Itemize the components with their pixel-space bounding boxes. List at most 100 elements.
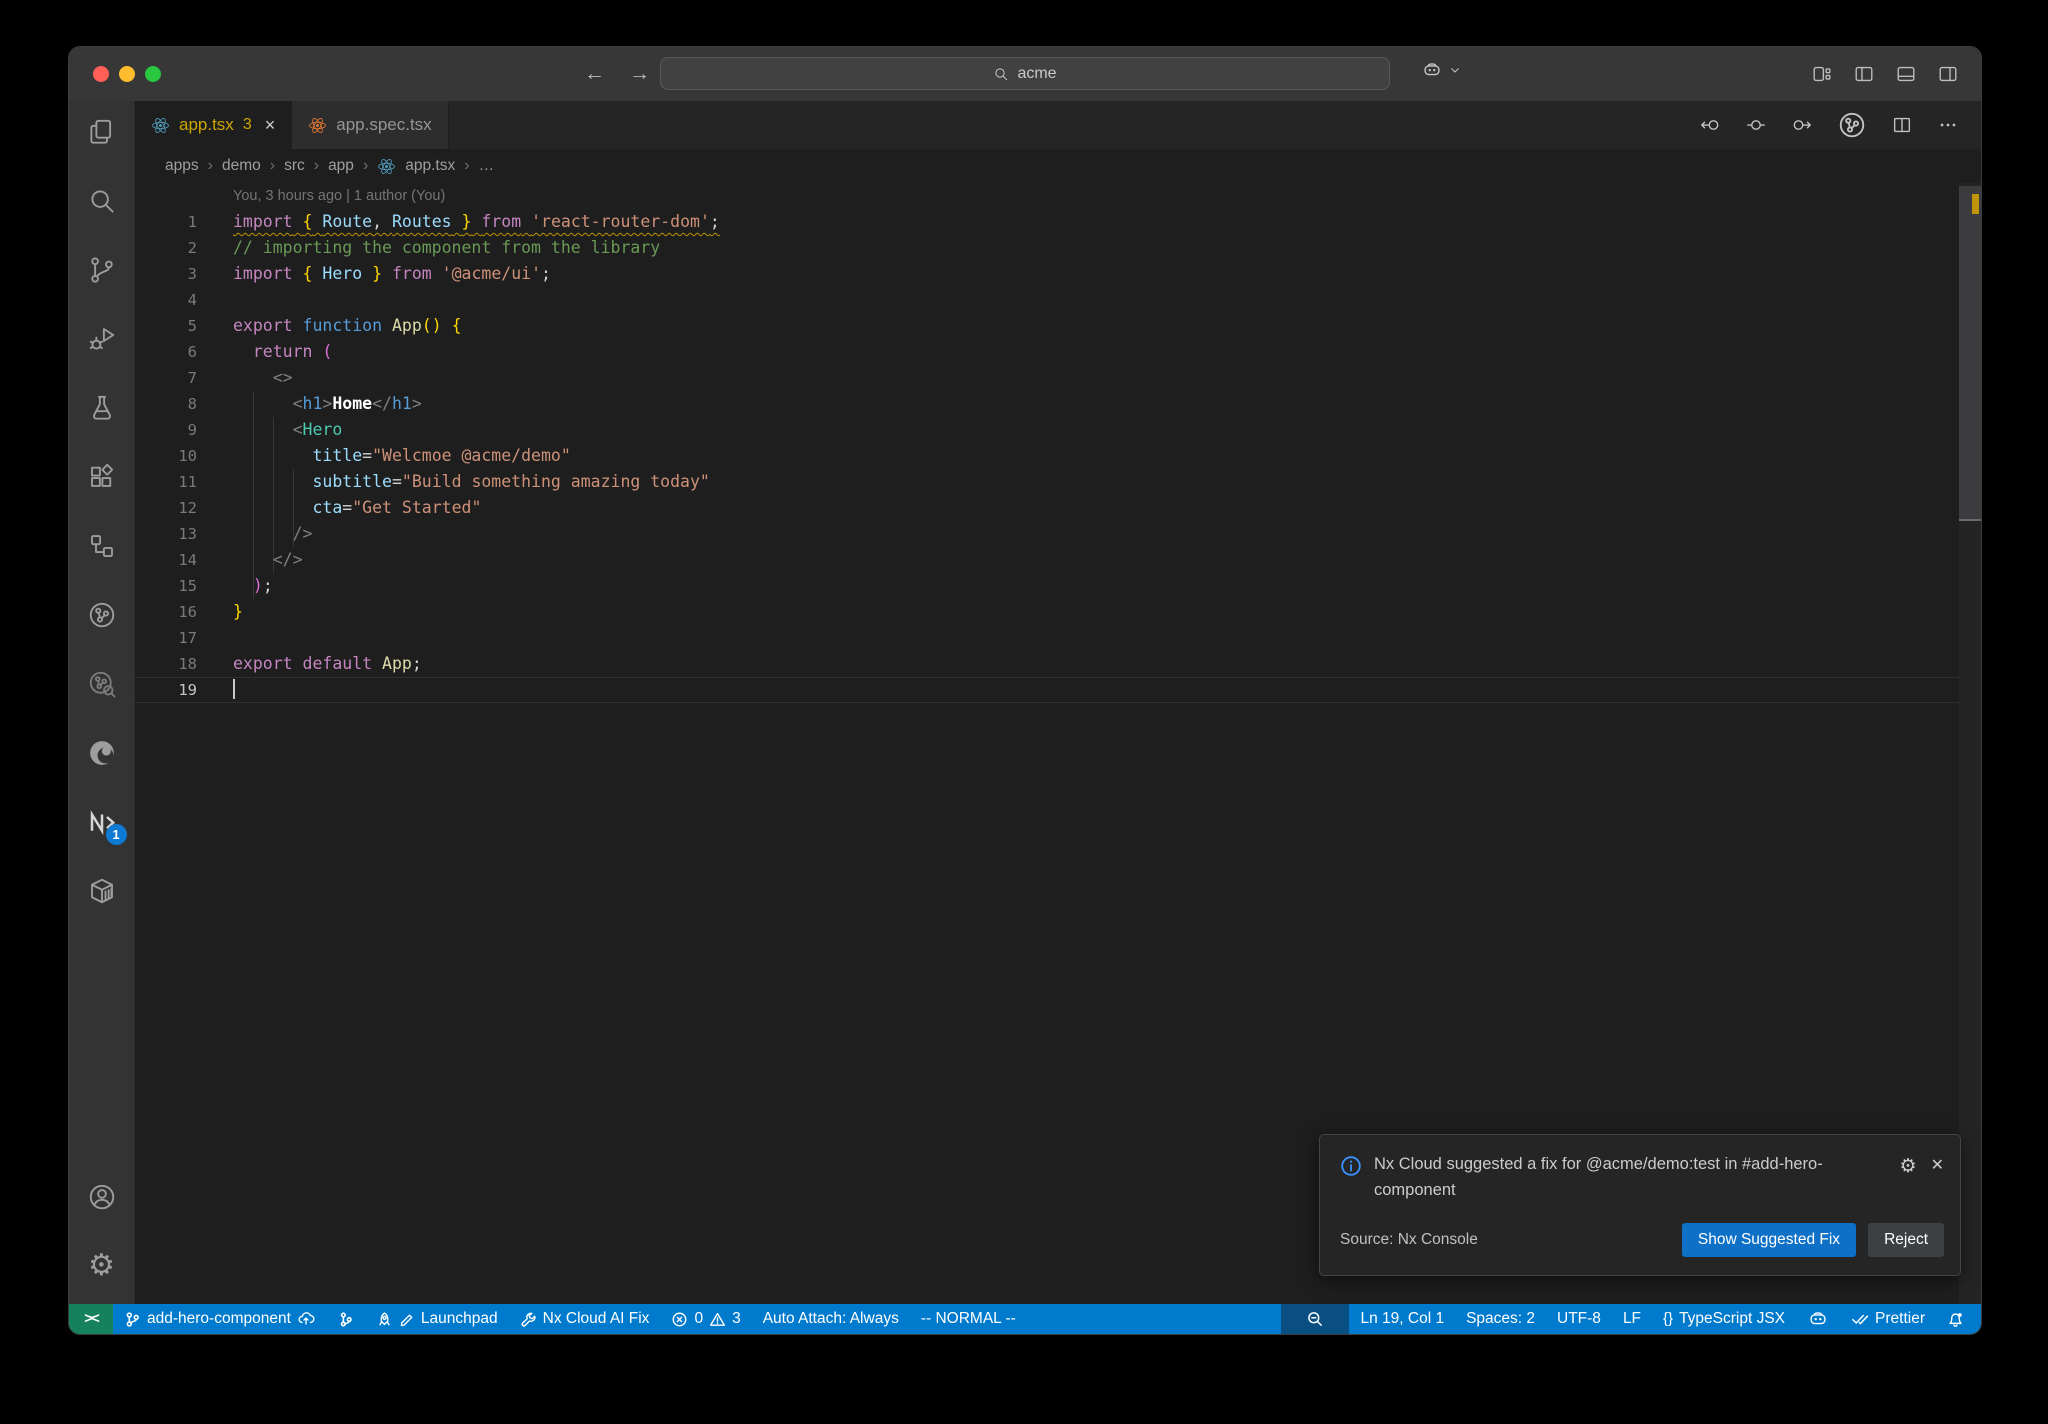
- command-center-search[interactable]: acme: [660, 57, 1390, 90]
- activity-edge-browser[interactable]: [84, 735, 120, 771]
- code-line-15: 15 );: [135, 573, 1981, 599]
- copilot-item[interactable]: [1796, 1304, 1840, 1334]
- remote-indicator[interactable]: ><: [69, 1304, 113, 1334]
- line-number-gutter[interactable]: 1: [135, 209, 197, 235]
- activity-badge: 1: [105, 824, 127, 845]
- activity-extensions[interactable]: [84, 459, 120, 495]
- breadcrumb-file[interactable]: app.tsx: [405, 157, 455, 175]
- activity-run-debug[interactable]: [84, 321, 120, 357]
- notification-message: Nx Cloud suggested a fix for @acme/demo:…: [1374, 1155, 1823, 1199]
- close-tab-icon[interactable]: ×: [265, 115, 276, 136]
- workbench: 1 ⚙ app.tsx 3 × app.spec.tsx apps › demo › src…: [69, 101, 1981, 1304]
- line-number-gutter[interactable]: 12: [135, 495, 197, 521]
- toggle-secondary-sidebar-icon[interactable]: [1937, 63, 1959, 85]
- auto-attach-item[interactable]: Auto Attach: Always: [752, 1304, 910, 1334]
- launchpad-item[interactable]: Launchpad: [365, 1304, 509, 1334]
- code-line-9: 9 <Hero: [135, 417, 1981, 443]
- toggle-panel-icon[interactable]: [1895, 63, 1917, 85]
- show-suggested-fix-button[interactable]: Show Suggested Fix: [1681, 1223, 1857, 1258]
- language-item[interactable]: {} TypeScript JSX: [1652, 1304, 1796, 1334]
- zoom-window-button[interactable]: [145, 66, 161, 82]
- problems-item[interactable]: 03: [660, 1304, 751, 1334]
- code-line-19: 19: [135, 677, 1981, 703]
- notification-settings-gear-icon[interactable]: ⚙: [1900, 1155, 1917, 1177]
- line-number-gutter[interactable]: 5: [135, 313, 197, 339]
- git-blame-annotation: You, 3 hours ago | 1 author (You): [233, 188, 446, 204]
- reject-button[interactable]: Reject: [1868, 1223, 1944, 1258]
- customize-layout-icon[interactable]: [1811, 63, 1833, 85]
- line-number-gutter[interactable]: 14: [135, 547, 197, 573]
- line-number-gutter[interactable]: 7: [135, 365, 197, 391]
- prettier-item[interactable]: Prettier: [1840, 1304, 1936, 1334]
- react-icon: [377, 157, 396, 176]
- eol-item[interactable]: LF: [1612, 1304, 1652, 1334]
- notifications-item[interactable]: [1936, 1304, 1975, 1334]
- breadcrumb-overflow[interactable]: …: [479, 157, 495, 175]
- code-line-1: 1 import { Route, Routes } from 'react-ro…: [135, 209, 1981, 235]
- copilot-menu-button[interactable]: [1421, 59, 1463, 81]
- search-icon: [993, 66, 1009, 82]
- encoding-item[interactable]: UTF-8: [1546, 1304, 1612, 1334]
- activity-settings[interactable]: ⚙: [84, 1248, 120, 1284]
- tab-problem-count: 3: [242, 116, 252, 133]
- chevron-down-icon: [1447, 62, 1463, 78]
- line-number-gutter[interactable]: 6: [135, 339, 197, 365]
- line-number-gutter[interactable]: 16: [135, 599, 197, 625]
- git-graph-icon[interactable]: [1837, 110, 1867, 140]
- minimize-window-button[interactable]: [119, 66, 135, 82]
- split-editor-icon[interactable]: [1891, 114, 1913, 136]
- text-cursor: [233, 679, 235, 699]
- line-number-gutter[interactable]: 11: [135, 469, 197, 495]
- breadcrumb-item[interactable]: src: [284, 157, 305, 175]
- activity-git-graph[interactable]: [84, 597, 120, 633]
- activity-accounts[interactable]: [84, 1179, 120, 1215]
- line-number-gutter[interactable]: 18: [135, 651, 197, 677]
- activity-graph-search[interactable]: [84, 666, 120, 702]
- code-line-13: 13 />: [135, 521, 1981, 547]
- activity-explorer[interactable]: [84, 114, 120, 150]
- warning-squiggle: import { Route, Routes } from 'react-rou…: [233, 212, 720, 231]
- code-line-14: 14 </>: [135, 547, 1981, 573]
- activity-search[interactable]: [84, 183, 120, 219]
- tab-app-spec-tsx[interactable]: app.spec.tsx: [292, 101, 449, 149]
- nav-back-button[interactable]: ←: [584, 62, 605, 86]
- next-change-icon[interactable]: [1791, 114, 1813, 136]
- line-number-gutter[interactable]: 9: [135, 417, 197, 443]
- breadcrumb-item[interactable]: app: [328, 157, 354, 175]
- indentation-item[interactable]: Spaces: 2: [1455, 1304, 1546, 1334]
- activity-testing[interactable]: [84, 390, 120, 426]
- line-number-gutter[interactable]: 4: [135, 287, 197, 313]
- toggle-sidebar-icon[interactable]: [1853, 63, 1875, 85]
- wrench-icon: [520, 1311, 537, 1328]
- activity-package-explorer[interactable]: [84, 873, 120, 909]
- line-number-gutter[interactable]: 2: [135, 235, 197, 261]
- notification-close-icon[interactable]: ✕: [1931, 1155, 1944, 1177]
- breadcrumb-item[interactable]: apps: [165, 157, 199, 175]
- line-number-gutter[interactable]: 8: [135, 391, 197, 417]
- commit-graph-item[interactable]: [326, 1304, 365, 1334]
- breadcrumb-item[interactable]: demo: [222, 157, 261, 175]
- prev-change-icon[interactable]: [1699, 114, 1721, 136]
- cursor-position-item[interactable]: Ln 19, Col 1: [1349, 1304, 1455, 1334]
- line-number-gutter[interactable]: 19: [135, 677, 197, 703]
- vim-mode-item[interactable]: -- NORMAL --: [910, 1304, 1027, 1334]
- nx-cloud-ai-fix-item[interactable]: Nx Cloud AI Fix: [509, 1304, 661, 1334]
- activity-project-hierarchy[interactable]: [84, 528, 120, 564]
- more-actions-icon[interactable]: [1937, 114, 1959, 136]
- close-window-button[interactable]: [93, 66, 109, 82]
- activity-source-control[interactable]: [84, 252, 120, 288]
- line-number-gutter[interactable]: 13: [135, 521, 197, 547]
- change-node-icon[interactable]: [1745, 114, 1767, 136]
- notification-toast: Nx Cloud suggested a fix for @acme/demo:…: [1319, 1134, 1961, 1277]
- branch-item[interactable]: add-hero-component: [113, 1304, 326, 1334]
- line-number-gutter[interactable]: 10: [135, 443, 197, 469]
- line-number-gutter[interactable]: 3: [135, 261, 197, 287]
- scrollbar-thumb[interactable]: [1959, 186, 1981, 521]
- nav-forward-button[interactable]: →: [629, 62, 650, 86]
- activity-nx-console[interactable]: 1: [84, 804, 127, 845]
- line-number-gutter[interactable]: 15: [135, 573, 197, 599]
- zoom-indicator[interactable]: [1281, 1304, 1350, 1334]
- line-number-gutter[interactable]: 17: [135, 625, 197, 651]
- tab-app-tsx[interactable]: app.tsx 3 ×: [135, 101, 293, 149]
- code-line-5: 5 export function App() {: [135, 313, 1981, 339]
